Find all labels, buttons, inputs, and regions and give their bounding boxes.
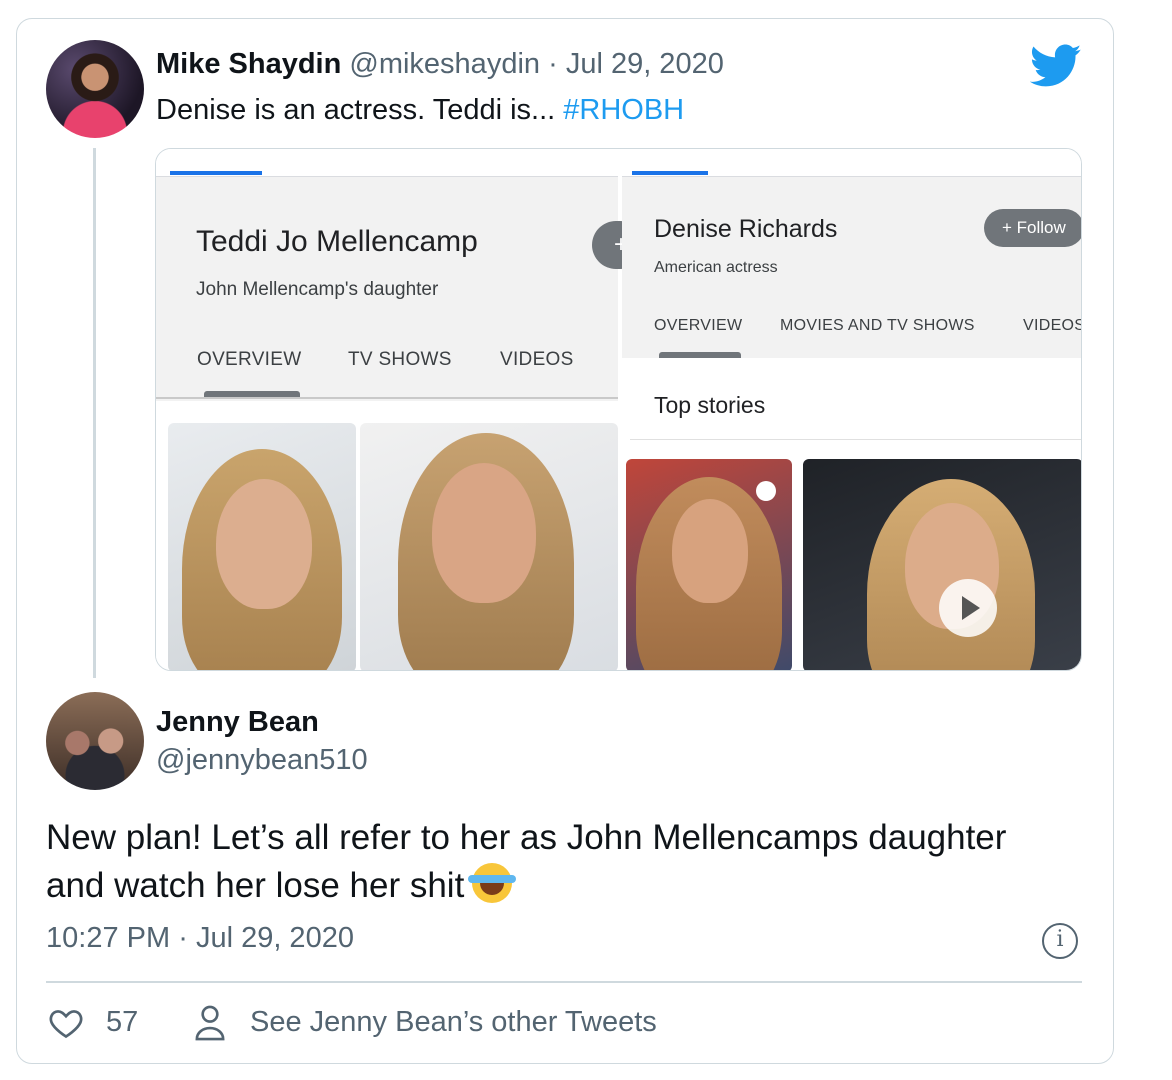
photo-teddi-1	[168, 423, 356, 670]
author-handle[interactable]: @jennybean510	[156, 744, 368, 777]
tweet-media[interactable]: Teddi Jo Mellencamp John Mellencamp's da…	[155, 148, 1082, 671]
section-divider	[630, 439, 1081, 440]
section-title: Top stories	[654, 392, 766, 418]
quoted-tweet-text: Denise is an actress. Teddi is... #RHOBH	[156, 94, 684, 127]
tweet-time: 10:27 PM	[46, 922, 171, 954]
tweet-date: Jul 29, 2020	[195, 922, 354, 954]
tweet-date[interactable]: Jul 29, 2020	[566, 48, 724, 80]
screenshot-teddi: Teddi Jo Mellencamp John Mellencamp's da…	[156, 149, 644, 670]
tweet-body: New plan! Let’s all refer to her as John…	[46, 818, 1007, 905]
quoted-tweet-header: Mike Shaydin @mikeshaydin · Jul 29, 2020	[156, 48, 724, 81]
active-tab-indicator	[632, 171, 708, 175]
search-tabs-strip	[622, 149, 1081, 177]
follow-button: + Follow	[984, 209, 1081, 247]
separator: ·	[548, 48, 558, 80]
knowledge-panel-subtitle: John Mellencamp's daughter	[196, 279, 439, 300]
tab-overview: OVERVIEW	[197, 349, 302, 370]
info-icon[interactable]: i	[1042, 923, 1078, 959]
hashtag-link[interactable]: #RHOBH	[563, 94, 684, 126]
like-count[interactable]: 57	[106, 1006, 138, 1039]
tab-videos: VIDEOS	[500, 349, 574, 370]
panel-divider	[156, 397, 618, 399]
tweet-body: Denise is an actress. Teddi is...	[156, 94, 564, 126]
author-name[interactable]: Jenny Bean	[156, 706, 319, 739]
knowledge-panel-title: Denise Richards	[654, 215, 838, 243]
twitter-bird-icon[interactable]	[1030, 44, 1082, 88]
tab-tv-shows: TV SHOWS	[348, 349, 452, 370]
tab-videos: VIDEOS	[1023, 317, 1082, 334]
tab-movies-and-tv-shows: MOVIES AND TV SHOWS	[780, 317, 975, 334]
avatar[interactable]	[46, 40, 144, 138]
tab-overview: OVERVIEW	[654, 317, 743, 334]
divider	[46, 981, 1082, 983]
face-with-tears-of-joy-icon	[468, 863, 517, 903]
tweet-timestamp[interactable]: 10:27 PM · Jul 29, 2020	[46, 922, 354, 955]
search-tabs-strip	[156, 149, 618, 177]
active-tab-indicator	[170, 171, 262, 175]
photo-denise-2	[803, 459, 1081, 670]
separator: ·	[178, 922, 188, 954]
photo-denise-1	[626, 459, 792, 670]
photo-teddi-2	[360, 423, 618, 670]
screenshot-denise: Denise Richards American actress + Follo…	[622, 149, 1082, 670]
knowledge-panel-title: Teddi Jo Mellencamp	[196, 225, 478, 258]
see-other-tweets-link[interactable]: See Jenny Bean’s other Tweets	[250, 1006, 657, 1039]
thread-line	[93, 148, 96, 678]
person-icon[interactable]	[192, 1004, 228, 1042]
author-handle[interactable]: @mikeshaydin	[349, 48, 540, 80]
avatar[interactable]	[46, 692, 144, 790]
heart-icon[interactable]	[48, 1005, 84, 1041]
author-name[interactable]: Mike Shaydin	[156, 48, 341, 80]
play-icon	[939, 579, 997, 637]
tweet-text: New plan! Let’s all refer to her as John…	[46, 814, 1046, 910]
knowledge-panel-subtitle: American actress	[654, 259, 778, 276]
